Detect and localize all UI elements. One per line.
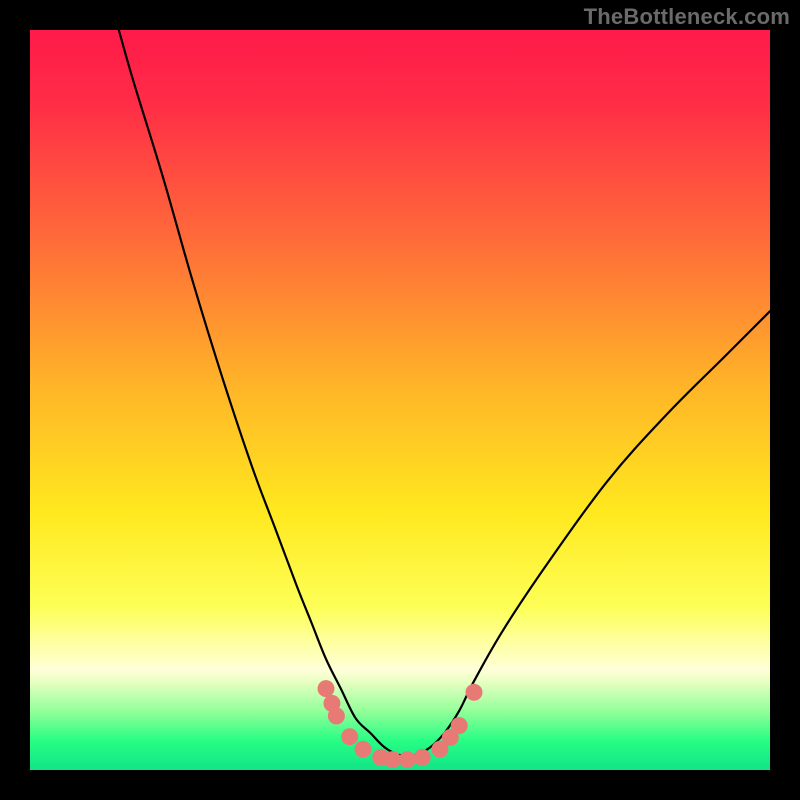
curve-marker: [384, 751, 401, 768]
curve-marker: [414, 749, 431, 766]
curve-marker: [341, 728, 358, 745]
chart-frame: TheBottleneck.com: [0, 0, 800, 800]
bottleneck-curve: [119, 30, 770, 756]
curve-marker: [451, 717, 468, 734]
curve-marker: [328, 707, 345, 724]
curve-marker: [318, 680, 335, 697]
curve-marker: [399, 751, 416, 768]
curve-marker: [466, 684, 483, 701]
watermark-text: TheBottleneck.com: [584, 4, 790, 30]
curve-layer: [30, 30, 770, 770]
plot-area: [30, 30, 770, 770]
curve-marker: [355, 741, 372, 758]
